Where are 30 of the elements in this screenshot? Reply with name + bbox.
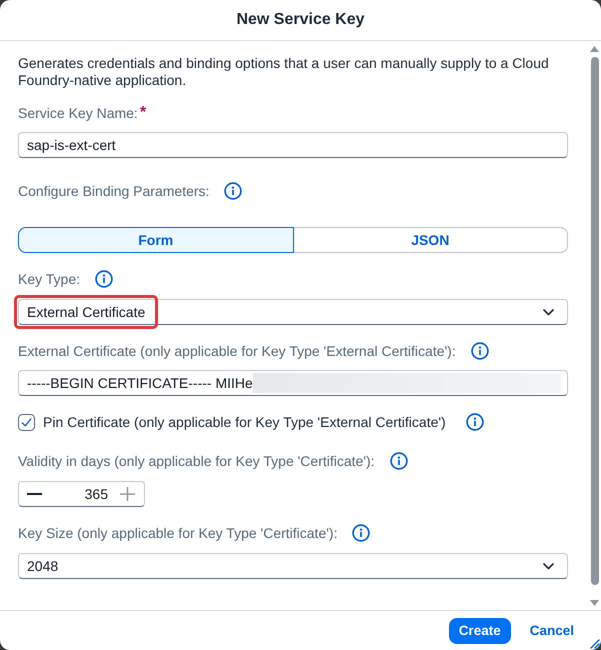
field-label: Service Key Name: xyxy=(18,104,138,123)
field-label: Configure Binding Parameters: xyxy=(18,182,210,201)
primary-button[interactable]: Create xyxy=(448,618,511,644)
scroll-down-arrow-icon[interactable] xyxy=(590,600,599,606)
text-input[interactable]: -----BEGIN CERTIFICATE----- MIIHe xyxy=(18,370,568,396)
resize-grip-icon[interactable] xyxy=(590,639,600,649)
info-icon[interactable] xyxy=(466,413,484,431)
info-icon[interactable] xyxy=(470,342,489,360)
chevron-down-icon[interactable] xyxy=(543,308,554,316)
info-icon[interactable] xyxy=(352,524,370,542)
scrollbar-thumb[interactable] xyxy=(590,57,598,585)
field-label: Key Type: xyxy=(18,270,80,289)
segment-button[interactable]: JSON xyxy=(294,227,568,253)
segment-button[interactable]: Form xyxy=(18,227,294,253)
field-label: Key Size (only applicable for Key Type 'Certificate'): xyxy=(18,524,338,543)
chevron-down-icon[interactable] xyxy=(543,562,554,570)
dropdown[interactable]: 2048 xyxy=(18,553,568,579)
info-icon[interactable] xyxy=(95,270,114,288)
field-label: Validity in days (only applicable for Key Type 'Certificate'): xyxy=(18,452,375,471)
required-asterisk: * xyxy=(140,103,146,123)
checkbox[interactable] xyxy=(18,414,35,430)
info-icon[interactable] xyxy=(224,182,242,200)
dialog-title: New Service Key xyxy=(236,10,365,30)
scroll-up-arrow-icon[interactable] xyxy=(590,46,599,52)
checkbox-label: Pin Certificate (only applicable for Key Type 'External Certificate') xyxy=(43,412,446,432)
secondary-button[interactable]: Cancel xyxy=(528,618,575,644)
field-label: External Certificate (only applicable for Key Type 'External Certificate'): xyxy=(18,342,456,361)
text-input[interactable]: sap-is-ext-cert xyxy=(18,132,568,158)
info-icon[interactable] xyxy=(390,452,408,470)
description-text: Generates credentials and binding options that a user can manually supply to a Cloud Foundry-native application. xyxy=(18,55,550,89)
